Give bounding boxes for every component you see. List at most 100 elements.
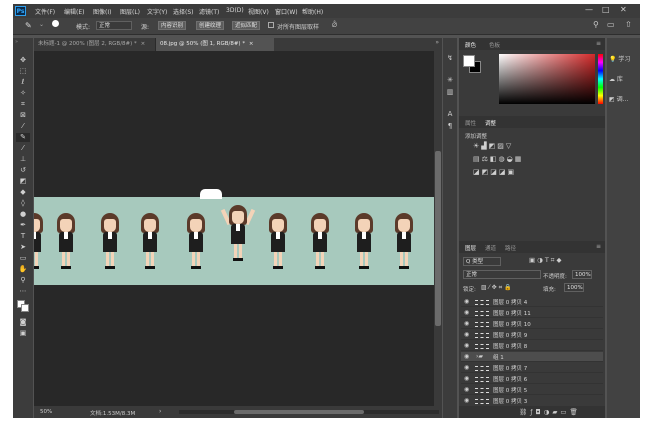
eraser-tool-icon[interactable]: ◩	[16, 177, 30, 186]
layer-row[interactable]: ◉ 图层 0 拷贝 5	[461, 385, 603, 395]
tab-swatches[interactable]: 色板	[489, 41, 500, 49]
layer-row[interactable]: ◉ 图层 0 拷贝 8	[461, 341, 603, 351]
panel-menu-icon[interactable]: ≡	[596, 40, 601, 47]
opacity-input[interactable]: 100%	[572, 270, 592, 279]
zoom-tool-icon[interactable]: ⚲	[16, 276, 30, 285]
vertical-scrollbar[interactable]	[434, 51, 442, 406]
create-texture-button[interactable]: 创建纹理	[196, 21, 225, 30]
healing-tool-icon[interactable]: ✎	[16, 133, 30, 142]
tab-08jpg[interactable]: 08.jpg @ 50% (图 1, RGB/8#) * ×	[156, 38, 274, 51]
quick-mask-icon[interactable]: ◙	[16, 318, 30, 327]
workspace-icon[interactable]: ▭	[607, 20, 615, 29]
eye-icon[interactable]: ◉	[464, 386, 469, 393]
eye-icon[interactable]: ◉	[464, 375, 469, 382]
crop-tool-icon[interactable]: ⌗	[16, 100, 30, 109]
eye-icon[interactable]: ◉	[464, 309, 469, 316]
eye-icon[interactable]: ◉	[464, 298, 469, 305]
dodge-tool-icon[interactable]: ●	[16, 210, 30, 219]
menu-file[interactable]: 文件(F)	[35, 7, 55, 16]
magic-wand-tool-icon[interactable]: ✧	[16, 89, 30, 98]
blur-tool-icon[interactable]: ◊	[16, 199, 30, 208]
scroll-thumb[interactable]	[234, 410, 364, 414]
menu-layer[interactable]: 图层(L)	[120, 7, 140, 16]
proximity-match-button[interactable]: 近似匹配	[232, 21, 261, 30]
hue-slider[interactable]	[598, 54, 603, 104]
type-tool-icon[interactable]: T	[16, 232, 30, 241]
layer-row[interactable]: ◉ 图层 0 拷贝 3	[461, 396, 603, 405]
sample-all-layers-checkbox[interactable]	[268, 22, 274, 28]
screen-mode-icon[interactable]: ▣	[16, 329, 30, 338]
menu-filter[interactable]: 滤镜(T)	[199, 7, 219, 16]
fill-input[interactable]: 100%	[564, 283, 584, 292]
close-button[interactable]: ✕	[620, 5, 627, 14]
panel-menu-icon[interactable]: ≡	[596, 243, 601, 250]
chevron-down-icon[interactable]: ⌄	[39, 21, 44, 28]
history-brush-tool-icon[interactable]: ↺	[16, 166, 30, 175]
status-menu-icon[interactable]: ›	[159, 408, 161, 415]
restore-button[interactable]: □	[602, 5, 610, 14]
stamp-tool-icon[interactable]: ⊥	[16, 155, 30, 164]
folder-icon[interactable]: ›▰	[476, 353, 483, 360]
minimize-button[interactable]: —	[585, 5, 593, 14]
horizontal-scrollbar[interactable]	[179, 410, 439, 414]
adjustment-icons-row-2[interactable]: ▤⚖◧◍◒▦	[473, 155, 523, 163]
lasso-tool-icon[interactable]: ℓ	[16, 78, 30, 87]
menu-image[interactable]: 图像(I)	[93, 7, 111, 16]
brush-tool-icon[interactable]: ⁄	[16, 144, 30, 153]
menu-3d[interactable]: 3D(D)	[226, 7, 244, 14]
eye-icon[interactable]: ◉	[464, 353, 469, 360]
foreground-color-swatch[interactable]	[463, 55, 475, 67]
more-tools-icon[interactable]: ⋯	[16, 287, 30, 296]
layer-group-row[interactable]: ◉ ›▰ 组 1	[461, 352, 603, 362]
adjustment-icons-row-3[interactable]: ◪◩◪◪▣	[473, 168, 516, 176]
close-icon[interactable]: ×	[141, 41, 146, 47]
menu-type[interactable]: 文字(Y)	[147, 7, 167, 16]
layer-row[interactable]: ◉ 图层 0 拷贝 7	[461, 363, 603, 373]
layer-action-icons[interactable]: ⛓ƒ◘◑▰▭🗑	[519, 408, 581, 416]
content-aware-button[interactable]: 内容识别	[158, 21, 187, 30]
close-icon[interactable]: ×	[249, 41, 254, 47]
blend-mode-select[interactable]: 正常	[463, 270, 541, 279]
move-tool-icon[interactable]: ✥	[16, 56, 30, 65]
collapse-icon[interactable]: »	[15, 39, 18, 45]
layer-row[interactable]: ◉ 图层 0 拷贝 11	[461, 308, 603, 318]
menu-edit[interactable]: 编辑(E)	[64, 7, 84, 16]
brush-preset-icon[interactable]	[52, 20, 59, 27]
tab-channels[interactable]: 通道	[485, 244, 496, 252]
tab-untitled[interactable]: 未标题-1 @ 200% (图层 2, RGB/8#) * ×	[34, 38, 156, 51]
adjustments-button[interactable]: ◩ 调...	[609, 94, 628, 103]
tabs-overflow-icon[interactable]: »	[435, 39, 439, 46]
eye-icon[interactable]: ◉	[464, 320, 469, 327]
learn-button[interactable]: 💡 学习	[609, 54, 630, 63]
healing-brush-tool-icon[interactable]: ✎	[25, 21, 32, 30]
libraries-button[interactable]: ☁ 库	[609, 74, 623, 83]
eye-icon[interactable]: ◉	[464, 397, 469, 404]
frame-tool-icon[interactable]: ⊠	[16, 111, 30, 120]
zoom-level[interactable]: 50%	[40, 409, 52, 415]
hand-tool-icon[interactable]: ✋	[16, 265, 30, 274]
eye-icon[interactable]: ◉	[464, 331, 469, 338]
tab-properties[interactable]: 属性	[465, 119, 476, 127]
adjustment-icons-row-1[interactable]: ☀▟◩▨▽	[473, 142, 513, 150]
lock-icons[interactable]: ▨⁄✥⌗🔒	[481, 284, 514, 292]
eyedropper-tool-icon[interactable]: ⁄	[16, 122, 30, 131]
layer-kind-filter[interactable]: Q 类型	[463, 257, 501, 266]
eye-icon[interactable]: ◉	[464, 364, 469, 371]
brush-settings-icon[interactable]: ✳	[445, 76, 455, 84]
layer-row[interactable]: ◉ 图层 0 拷贝 6	[461, 374, 603, 384]
mode-select[interactable]: 正常	[96, 21, 132, 30]
rectangle-tool-icon[interactable]: ▭	[16, 254, 30, 263]
tab-layers[interactable]: 图层	[465, 244, 476, 252]
character-icon[interactable]: A	[445, 110, 455, 118]
layer-row[interactable]: ◉ 图层 0 拷贝 4	[461, 297, 603, 307]
gradient-tool-icon[interactable]: ◆	[16, 188, 30, 197]
marquee-tool-icon[interactable]: ⬚	[16, 67, 30, 76]
eye-icon[interactable]: ◉	[464, 342, 469, 349]
menu-view[interactable]: 视图(V)	[248, 7, 269, 16]
tab-paths[interactable]: 路径	[505, 244, 516, 252]
search-icon[interactable]: ⚲	[593, 20, 599, 29]
paragraph-icon[interactable]: ¶	[445, 122, 455, 130]
tab-adjustments[interactable]: 调整	[485, 119, 496, 127]
diffusion-icon[interactable]: ⦲	[332, 21, 337, 30]
menu-help[interactable]: 帮助(H)	[302, 7, 323, 16]
